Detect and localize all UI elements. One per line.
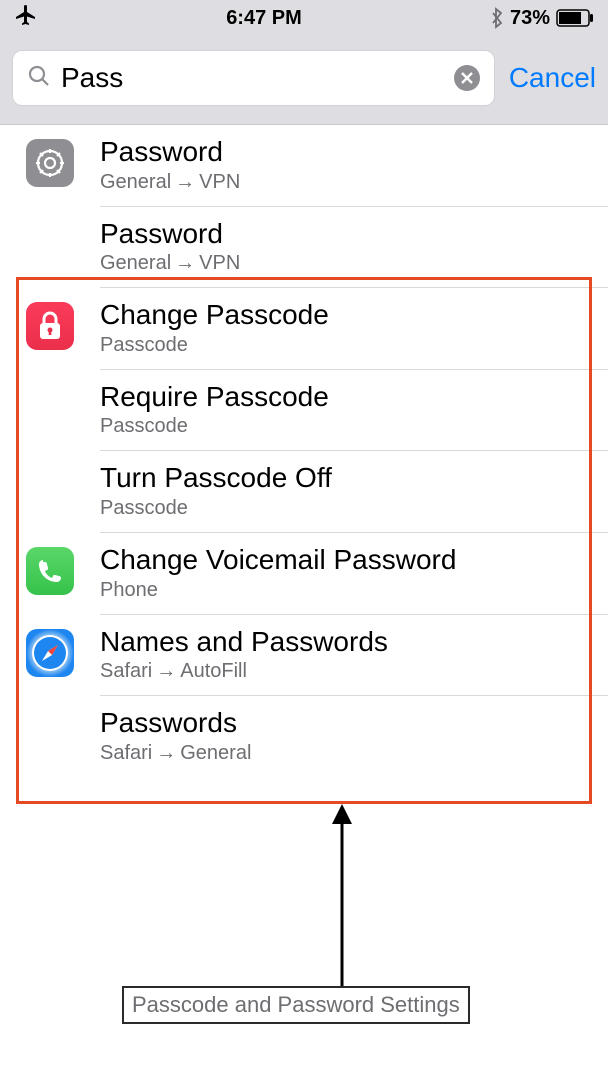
result-row[interactable]: Turn Passcode OffPasscode	[0, 451, 608, 533]
result-path: Safari→AutoFill	[100, 660, 588, 683]
result-path-b: VPN	[199, 171, 240, 193]
search-icon	[27, 64, 51, 93]
result-title: Change Passcode	[100, 298, 588, 332]
result-text-col: Change PasscodePasscode	[100, 298, 608, 370]
result-icon-col	[0, 461, 100, 465]
result-text-col: Turn Passcode OffPasscode	[100, 461, 608, 533]
result-icon-col	[0, 217, 100, 221]
result-path: Passcode	[100, 334, 588, 357]
result-icon-col	[0, 135, 100, 187]
result-row[interactable]: Names and PasswordsSafari→AutoFill	[0, 615, 608, 697]
search-field[interactable]	[12, 50, 495, 106]
phone-icon	[26, 547, 74, 595]
airplane-mode-icon	[14, 3, 38, 33]
annotation-label-text: Passcode and Password Settings	[132, 992, 460, 1017]
path-arrow-icon: →	[156, 742, 176, 765]
result-icon-col	[0, 706, 100, 710]
result-path-a: Passcode	[100, 497, 188, 519]
search-bar: Cancel	[0, 36, 608, 125]
result-path-b: AutoFill	[180, 660, 247, 682]
result-path-a: Passcode	[100, 334, 188, 356]
result-row[interactable]: PasswordGeneral→VPN	[0, 207, 608, 289]
result-row[interactable]: Require PasscodePasscode	[0, 370, 608, 452]
result-path-a: Safari	[100, 742, 152, 764]
result-path: Safari→General	[100, 742, 588, 765]
result-text-col: PasswordsSafari→General	[100, 706, 608, 777]
clear-search-button[interactable]	[454, 65, 480, 91]
result-title: Password	[100, 217, 588, 251]
result-row[interactable]: PasswordsSafari→General	[0, 696, 608, 777]
result-text-col: Change Voicemail PasswordPhone	[100, 543, 608, 615]
result-title: Change Voicemail Password	[100, 543, 588, 577]
result-row[interactable]: PasswordGeneral→VPN	[0, 125, 608, 207]
result-text-col: PasswordGeneral→VPN	[100, 135, 608, 207]
result-path-b: VPN	[199, 252, 240, 274]
result-path-a: Phone	[100, 579, 158, 601]
result-path: General→VPN	[100, 252, 588, 275]
result-path: Passcode	[100, 497, 588, 520]
result-path-b: General	[180, 742, 251, 764]
lock-icon	[26, 302, 74, 350]
result-title: Require Passcode	[100, 380, 588, 414]
result-icon-col	[0, 298, 100, 350]
result-path-a: Safari	[100, 660, 152, 682]
search-input[interactable]	[61, 62, 444, 94]
result-path-a: General	[100, 252, 171, 274]
cancel-button[interactable]: Cancel	[509, 62, 596, 94]
result-path-a: General	[100, 171, 171, 193]
search-results: PasswordGeneral→VPNPasswordGeneral→VPNCh…	[0, 125, 608, 777]
result-title: Password	[100, 135, 588, 169]
annotation-arrow	[330, 804, 354, 990]
path-arrow-icon: →	[175, 171, 195, 194]
result-title: Turn Passcode Off	[100, 461, 588, 495]
status-time: 6:47 PM	[226, 7, 302, 30]
result-text-col: Names and PasswordsSafari→AutoFill	[100, 625, 608, 697]
path-arrow-icon: →	[175, 252, 195, 275]
result-path: Passcode	[100, 415, 588, 438]
annotation-label: Passcode and Password Settings	[122, 986, 470, 1024]
result-icon-col	[0, 380, 100, 384]
result-path: General→VPN	[100, 171, 588, 194]
bluetooth-icon	[490, 7, 504, 29]
result-text-col: Require PasscodePasscode	[100, 380, 608, 452]
result-path: Phone	[100, 579, 588, 602]
battery-icon	[556, 9, 594, 27]
result-icon-col	[0, 625, 100, 677]
result-icon-col	[0, 543, 100, 595]
battery-percent: 73%	[510, 7, 550, 30]
status-bar: 6:47 PM 73%	[0, 0, 608, 36]
result-path-a: Passcode	[100, 415, 188, 437]
path-arrow-icon: →	[156, 660, 176, 683]
result-text-col: PasswordGeneral→VPN	[100, 217, 608, 289]
result-row[interactable]: Change Voicemail PasswordPhone	[0, 533, 608, 615]
result-title: Passwords	[100, 706, 588, 740]
safari-icon	[26, 629, 74, 677]
settings-icon	[26, 139, 74, 187]
result-title: Names and Passwords	[100, 625, 588, 659]
result-row[interactable]: Change PasscodePasscode	[0, 288, 608, 370]
